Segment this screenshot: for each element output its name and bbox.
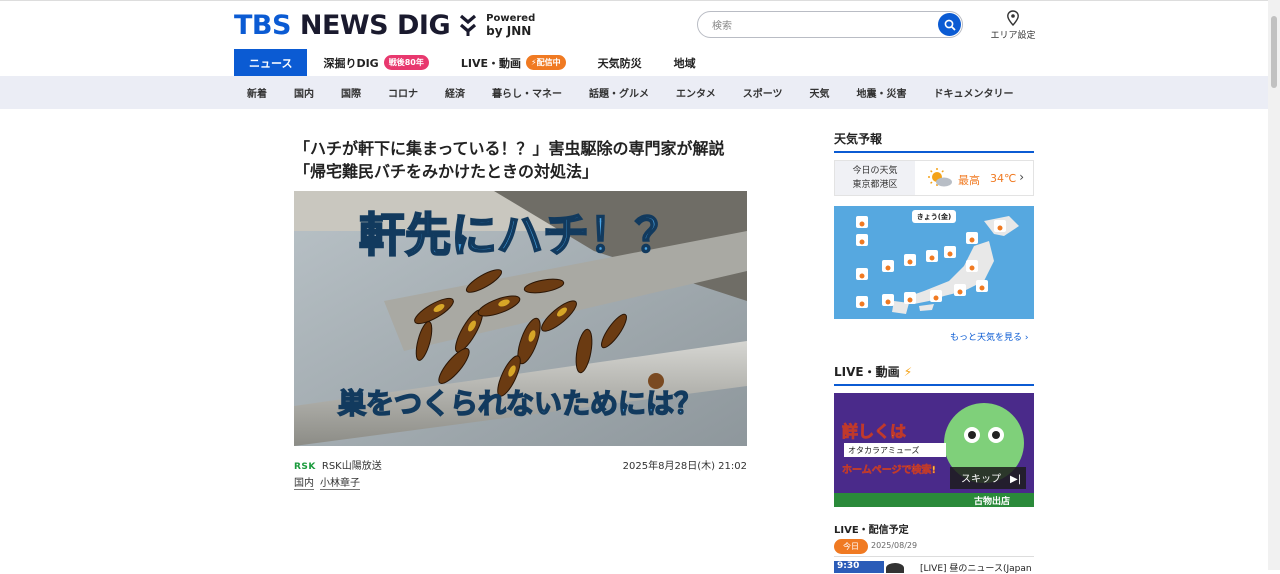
area-setting-button[interactable]: エリア設定 bbox=[990, 10, 1036, 41]
more-weather-link[interactable]: もっと天気を見る › bbox=[950, 330, 1028, 343]
chevron-right-icon: › bbox=[1019, 170, 1024, 184]
search-input[interactable] bbox=[710, 17, 934, 35]
live-section: LIVE・動画 ⚡ bbox=[834, 363, 1034, 386]
logo-text: TBS NEWS DIG bbox=[234, 9, 451, 41]
divider bbox=[834, 556, 1034, 557]
rsk-logo: RSK bbox=[294, 462, 316, 472]
svg-text:きょう(金): きょう(金) bbox=[917, 212, 951, 221]
tag-link[interactable]: 国内 bbox=[294, 478, 314, 490]
powered-by-jnn: Powered by JNN bbox=[486, 13, 536, 38]
top-border bbox=[0, 0, 1280, 1]
search-box bbox=[697, 11, 963, 38]
sunny-cloudy-icon bbox=[928, 168, 952, 187]
subnav-item[interactable]: 地震・災害 bbox=[857, 85, 907, 100]
live-ad-thumbnail: 詳しくは オタカラアミューズ ホームページで検索! スキップ ▶| 古物出店 bbox=[834, 393, 1034, 507]
subnav-item[interactable]: ドキュメンタリー bbox=[934, 85, 1014, 100]
location-pin-icon bbox=[1007, 10, 1019, 26]
search-button[interactable] bbox=[938, 13, 961, 36]
schedule-thumbnail-figure bbox=[886, 563, 904, 573]
subnav-item[interactable]: 国内 bbox=[294, 85, 314, 100]
weather-section: 天気予報 bbox=[834, 130, 1034, 153]
hornet-nest-photo: 軒先にハチ！？ 巣をつくられないためには？ bbox=[294, 191, 747, 446]
nav-region[interactable]: 地域 bbox=[658, 49, 712, 76]
page-scrollbar[interactable] bbox=[1268, 0, 1280, 570]
subnav-item[interactable]: 新着 bbox=[247, 85, 267, 100]
postwar-badge: 戦後80年 bbox=[383, 55, 429, 70]
dig-mark-icon bbox=[460, 14, 477, 36]
subnav-item[interactable]: エンタメ bbox=[676, 85, 716, 100]
site-logo[interactable]: TBS NEWS DIG Powered by JNN bbox=[234, 9, 536, 41]
scrollbar-thumb[interactable] bbox=[1271, 16, 1277, 88]
high-temp-label: 最高 bbox=[958, 174, 980, 187]
subnav-item[interactable]: 話題・グルメ bbox=[589, 85, 649, 100]
today-tab[interactable]: 今日 bbox=[834, 539, 868, 554]
schedule-thumbnail: 9:30 bbox=[834, 561, 884, 573]
weather-summary-card[interactable]: 今日の天気 東京都港区 最高 34℃ › bbox=[834, 160, 1034, 196]
svg-text:詳しくは: 詳しくは bbox=[842, 422, 906, 441]
article-hero-image: 軒先にハチ！？ 巣をつくられないためには？ bbox=[294, 191, 747, 446]
article-meta: RSK RSK山陽放送 2025年8月28日(木) 21:02 bbox=[294, 457, 747, 472]
subnav-item[interactable]: 経済 bbox=[445, 85, 465, 100]
article-date: 2025年8月28日(木) 21:02 bbox=[622, 461, 747, 472]
author-link[interactable]: 小林章子 bbox=[320, 478, 360, 490]
japan-map-image: きょう(金) bbox=[834, 206, 1034, 319]
schedule-date: 2025/08/29 bbox=[871, 541, 918, 550]
high-temp-value: 34℃ bbox=[990, 172, 1017, 185]
primary-nav: ニュース 深掘りDIG 戦後80年 LIVE・動画 ⚡配信中 天気防災 地域 bbox=[234, 49, 712, 76]
weather-map[interactable]: きょう(金) bbox=[834, 206, 1034, 319]
nav-live-video[interactable]: LIVE・動画 ⚡配信中 bbox=[445, 49, 582, 76]
source-name[interactable]: RSK山陽放送 bbox=[322, 461, 382, 472]
svg-text:オタカラアミューズ: オタカラアミューズ bbox=[848, 445, 919, 455]
live-video-player[interactable]: 詳しくは オタカラアミューズ ホームページで検索! スキップ ▶| 古物出店 bbox=[834, 393, 1034, 507]
svg-text:▶|: ▶| bbox=[1010, 474, 1021, 485]
nav-news[interactable]: ニュース bbox=[234, 49, 308, 76]
nav-deep-dig[interactable]: 深掘りDIG 戦後80年 bbox=[307, 49, 444, 76]
article-headline: 「ハチが軒下に集まっている！？」害虫駆除の専門家が解説 「帰宅難民バチをみかけた… bbox=[294, 139, 725, 181]
schedule-item-title: [LIVE] 昼のニュース(Japan bbox=[920, 564, 1032, 574]
article-tags: 国内 小林章子 bbox=[294, 474, 366, 490]
area-setting-label: エリア設定 bbox=[990, 31, 1036, 41]
streaming-badge: ⚡配信中 bbox=[526, 55, 566, 70]
schedule-item[interactable]: 9:30 [LIVE] 昼のニュース(Japan bbox=[834, 561, 1034, 574]
nav-weather-disaster[interactable]: 天気防災 bbox=[582, 49, 658, 76]
image-caption-top: 軒先にハチ！？ bbox=[359, 208, 681, 262]
subnav-item[interactable]: 天気 bbox=[810, 85, 830, 100]
weather-title: 天気予報 bbox=[834, 130, 1034, 153]
subnav-item[interactable]: コロナ bbox=[388, 85, 418, 100]
svg-text:古物出店: 古物出店 bbox=[974, 495, 1010, 507]
schedule-title: LIVE・配信予定 bbox=[834, 525, 909, 536]
live-title: LIVE・動画 ⚡ bbox=[834, 363, 1034, 386]
category-nav: 新着 国内 国際 コロナ 経済 暮らし・マネー 話題・グルメ エンタメ スポーツ… bbox=[0, 76, 1268, 109]
svg-text:スキップ: スキップ bbox=[961, 473, 1001, 485]
lightning-icon: ⚡ bbox=[903, 365, 913, 379]
svg-text:ホームページで検索!: ホームページで検索! bbox=[842, 463, 936, 476]
subnav-item[interactable]: 暮らし・マネー bbox=[492, 85, 562, 100]
search-icon bbox=[944, 19, 956, 31]
subnav-item[interactable]: 国際 bbox=[341, 85, 361, 100]
subnav-item[interactable]: スポーツ bbox=[743, 85, 783, 100]
weather-location: 今日の天気 東京都港区 bbox=[835, 161, 915, 195]
image-caption-bottom: 巣をつくられないためには？ bbox=[337, 387, 702, 420]
